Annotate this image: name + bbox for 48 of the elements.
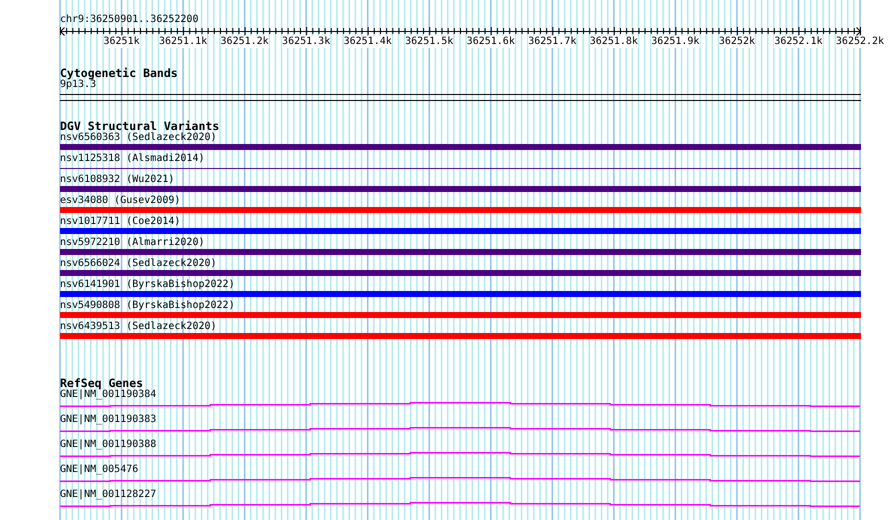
- variant-bar[interactable]: [60, 249, 861, 255]
- variant-bar[interactable]: [60, 291, 861, 297]
- variant-bar[interactable]: [60, 228, 861, 234]
- ruler-tick-label: 36251.5k: [405, 36, 454, 48]
- variant-line[interactable]: [60, 168, 861, 169]
- variant-label[interactable]: nsv6141901 (ByrskaBishop2022): [60, 279, 235, 291]
- variant-label[interactable]: nsv6439513 (Sedlazeck2020): [60, 321, 217, 333]
- variant-label[interactable]: nsv1125318 (Alsmadi2014): [60, 153, 204, 165]
- gene-label[interactable]: GNE|NM_001128227: [60, 489, 156, 501]
- ruler-tick-label: 36251.8k: [590, 36, 638, 48]
- variant-bar[interactable]: [60, 270, 861, 276]
- variant-label[interactable]: nsv6560363 (Sedlazeck2020): [60, 132, 217, 144]
- gene-label[interactable]: GNE|NM_001190383: [60, 414, 156, 426]
- track-title: DGV Structural Variants: [60, 120, 220, 132]
- ruler-tick-label: 36251.9k: [651, 36, 700, 48]
- ruler-tick-label: 36251.2k: [220, 36, 269, 48]
- gene-line[interactable]: [60, 502, 860, 507]
- variant-label[interactable]: nsv5972210 (Almarri2020): [60, 237, 204, 249]
- ruler-tick-label: 36251.6k: [466, 36, 515, 48]
- variant-bar[interactable]: [60, 144, 861, 150]
- gene-label[interactable]: GNE|NM_001190384: [60, 389, 156, 401]
- variant-label[interactable]: nsv6108932 (Wu2021): [60, 174, 174, 186]
- ruler-tick-label: 36251.1k: [158, 36, 208, 48]
- variant-bar[interactable]: [60, 333, 861, 339]
- band-label: 9p13.3: [60, 79, 96, 91]
- variant-label[interactable]: nsv1017711 (Coe2014): [60, 216, 180, 228]
- variant-label[interactable]: esv34080 (Gusev2009): [60, 195, 180, 207]
- ruler-tick-label: 36251k: [103, 36, 140, 48]
- gene-line[interactable]: [60, 402, 860, 407]
- track-title: Cytogenetic Bands: [60, 67, 178, 79]
- variant-bar[interactable]: [60, 207, 861, 213]
- variant-label[interactable]: nsv6566024 (Sedlazeck2020): [60, 258, 217, 270]
- gene-line[interactable]: [60, 476, 860, 482]
- variant-bar[interactable]: [60, 186, 861, 192]
- ruler-tick-label: 36252.1k: [774, 36, 823, 48]
- ruler-tick-label: 36251.4k: [344, 36, 392, 48]
- ruler-tick-label: 36251.7k: [528, 36, 576, 48]
- variant-bar[interactable]: [60, 312, 861, 318]
- gene-label[interactable]: GNE|NM_001190388: [60, 439, 156, 451]
- gene-label[interactable]: GNE|NM_005476: [60, 464, 138, 476]
- location-label: chr9:36250901..36252200: [60, 14, 198, 26]
- ruler-tick-label: 36252.2k: [836, 36, 884, 48]
- gene-line[interactable]: [60, 426, 860, 432]
- track-title: RefSeq Genes: [60, 377, 144, 389]
- variant-label[interactable]: nsv5490808 (ByrskaBishop2022): [60, 300, 235, 312]
- ruler-tick-label: 36251.3k: [282, 36, 330, 48]
- ruler-tick-label: 36252k: [718, 36, 755, 48]
- gene-line[interactable]: [60, 452, 860, 457]
